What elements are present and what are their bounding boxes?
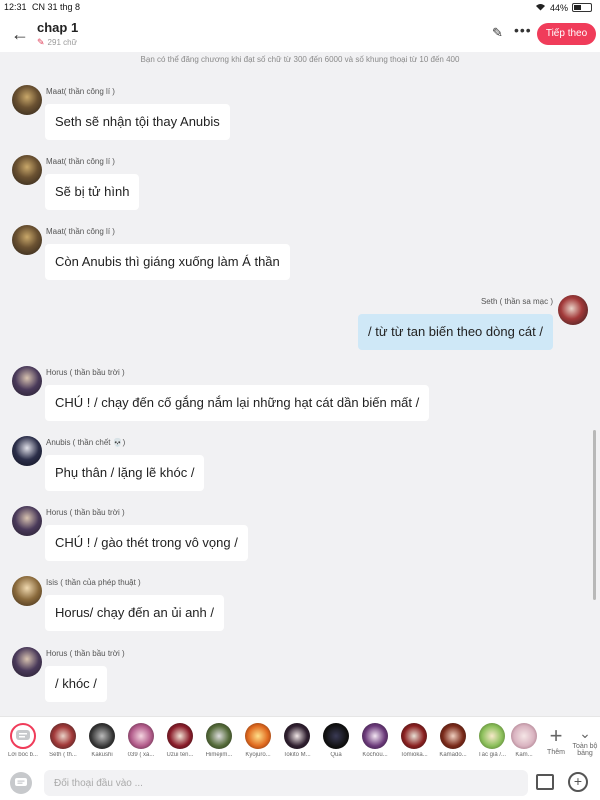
character-avatar — [167, 723, 193, 749]
character-label: Himejim... — [205, 752, 233, 758]
character-narration[interactable]: Lời bốc b... — [4, 723, 42, 758]
word-count: ✎ 291 chữ — [37, 37, 77, 48]
character-label: Kochou... — [362, 752, 388, 758]
character-item[interactable]: Tác giả /... — [473, 723, 511, 758]
message-bubble[interactable]: / từ từ tan biến theo dòng cát / — [358, 314, 553, 350]
character-label: Kamado... — [439, 752, 467, 758]
back-arrow-icon[interactable]: ← — [10, 24, 30, 44]
header: ← chap 1 ✎ 291 chữ ✎ ••• Tiếp theo — [0, 16, 600, 52]
add-circle-icon[interactable]: + — [568, 772, 588, 792]
sender-name: Isis ( thần của phép thuật ) — [46, 578, 141, 587]
expand-all-button[interactable]: ⌄ Toàn bộ bảng — [570, 723, 600, 757]
character-item[interactable]: Himejim... — [200, 723, 238, 758]
sender-name: Horus ( thần bầu trời ) — [46, 508, 125, 517]
message-bubble[interactable]: CHÚ ! / chạy đến cố gắng nắm lại những h… — [45, 385, 430, 421]
character-item[interactable]: Tomioka... — [395, 723, 433, 758]
character-item[interactable]: Qua — [317, 723, 355, 758]
narration-icon — [10, 723, 36, 749]
image-icon[interactable] — [536, 774, 554, 790]
character-avatar — [89, 723, 115, 749]
pencil-icon: ✎ — [37, 37, 45, 47]
character-avatar — [323, 723, 349, 749]
character-item[interactable]: Kam... — [511, 723, 537, 758]
character-item[interactable]: Uzui ten... — [161, 723, 199, 758]
character-avatar — [284, 723, 310, 749]
avatar[interactable] — [12, 155, 42, 185]
sender-name: Seth ( thần sa mạc ) — [480, 297, 553, 306]
character-label: Kakushi — [91, 752, 113, 758]
character-item[interactable]: 039 ( xá... — [122, 723, 160, 758]
add-character-label: Thêm — [547, 749, 565, 756]
character-avatar — [511, 723, 537, 749]
message-bubble[interactable]: Sẽ bị tử hình — [45, 174, 140, 210]
avatar[interactable] — [12, 85, 42, 115]
chapter-title: chap 1 — [37, 20, 79, 35]
sender-name: Maat( thần công lí ) — [46, 227, 115, 236]
input-bar: + — [0, 766, 600, 800]
character-label: Tác giả /... — [477, 752, 506, 758]
status-time: 12:31 — [4, 2, 27, 12]
sender-name: Horus ( thần bầu trời ) — [46, 368, 125, 377]
character-item[interactable]: Kamado... — [434, 723, 472, 758]
sender-name: Horus ( thần bầu trời ) — [46, 649, 125, 658]
character-label: Uzui ten... — [166, 752, 194, 758]
edit-icon[interactable]: ✎ — [492, 25, 503, 41]
avatar[interactable] — [12, 647, 42, 677]
character-item[interactable]: Tokito M... — [278, 723, 316, 758]
character-label: Seth ( th... — [49, 752, 77, 758]
status-date: CN 31 thg 8 — [32, 2, 81, 12]
character-item[interactable]: Kyojuro... — [239, 723, 277, 758]
message-bubble[interactable]: Horus/ chạy đến an ủi anh / — [45, 595, 224, 631]
avatar[interactable] — [12, 366, 42, 396]
avatar[interactable] — [12, 576, 42, 606]
wifi-icon — [535, 2, 546, 13]
message-bubble[interactable]: Seth sẽ nhận tội thay Anubis — [45, 104, 230, 140]
character-avatar — [128, 723, 154, 749]
plus-icon: + — [549, 723, 563, 748]
character-label: Qua — [330, 752, 342, 758]
character-label: 039 ( xá... — [127, 752, 155, 758]
character-avatar — [245, 723, 271, 749]
character-item[interactable]: Kochou... — [356, 723, 394, 758]
status-bar: 12:31 CN 31 thg 8 44% — [0, 0, 600, 16]
character-avatar — [440, 723, 466, 749]
character-item[interactable]: Kakushi — [83, 723, 121, 758]
character-label: Kyojuro... — [245, 752, 271, 758]
sender-name: Maat( thần công lí ) — [46, 157, 115, 166]
scrollbar[interactable] — [593, 430, 596, 600]
more-options-icon[interactable]: ••• — [514, 22, 532, 38]
character-bar: Lời bốc b... Seth ( th... Kakushi 039 ( … — [0, 716, 600, 766]
next-button[interactable]: Tiếp theo — [537, 23, 596, 45]
message-bubble[interactable]: CHÚ ! / gào thét trong vô vọng / — [45, 525, 248, 561]
dialogue-input[interactable] — [44, 770, 528, 796]
status-right: 44% — [535, 2, 592, 13]
message-bubble[interactable]: / khóc / — [45, 666, 107, 702]
expand-label: Toàn bộ bảng — [572, 743, 598, 757]
character-avatar — [362, 723, 388, 749]
chevron-down-icon: ⌄ — [579, 725, 591, 741]
sender-name: Maat( thần công lí ) — [46, 87, 115, 96]
character-avatar — [50, 723, 76, 749]
message-bubble[interactable]: Còn Anubis thì giáng xuống làm Á thần — [45, 244, 290, 280]
word-count-label: 291 chữ — [47, 38, 77, 47]
avatar[interactable] — [12, 436, 42, 466]
character-item[interactable]: Seth ( th... — [44, 723, 82, 758]
avatar[interactable] — [12, 506, 42, 536]
character-label: Kam... — [515, 752, 533, 758]
avatar[interactable] — [558, 295, 588, 325]
character-avatar — [206, 723, 232, 749]
message-bubble[interactable]: Phụ thân / lặng lẽ khóc / — [45, 455, 205, 491]
character-avatar — [479, 723, 505, 749]
message-type-icon[interactable] — [10, 772, 32, 794]
character-avatar — [401, 723, 427, 749]
avatar[interactable] — [12, 225, 42, 255]
character-label: Tokito M... — [283, 752, 311, 758]
character-label: Lời bốc b... — [8, 752, 38, 758]
sender-name: Anubis ( thần chết 💀) — [46, 438, 126, 447]
publish-notice: Bạn có thể đăng chương khi đạt số chữ từ… — [140, 55, 460, 64]
add-character-button[interactable]: + Thêm — [541, 723, 571, 756]
battery-percent: 44% — [549, 2, 568, 13]
character-label: Tomioka... — [400, 752, 428, 758]
battery-icon — [572, 3, 592, 12]
